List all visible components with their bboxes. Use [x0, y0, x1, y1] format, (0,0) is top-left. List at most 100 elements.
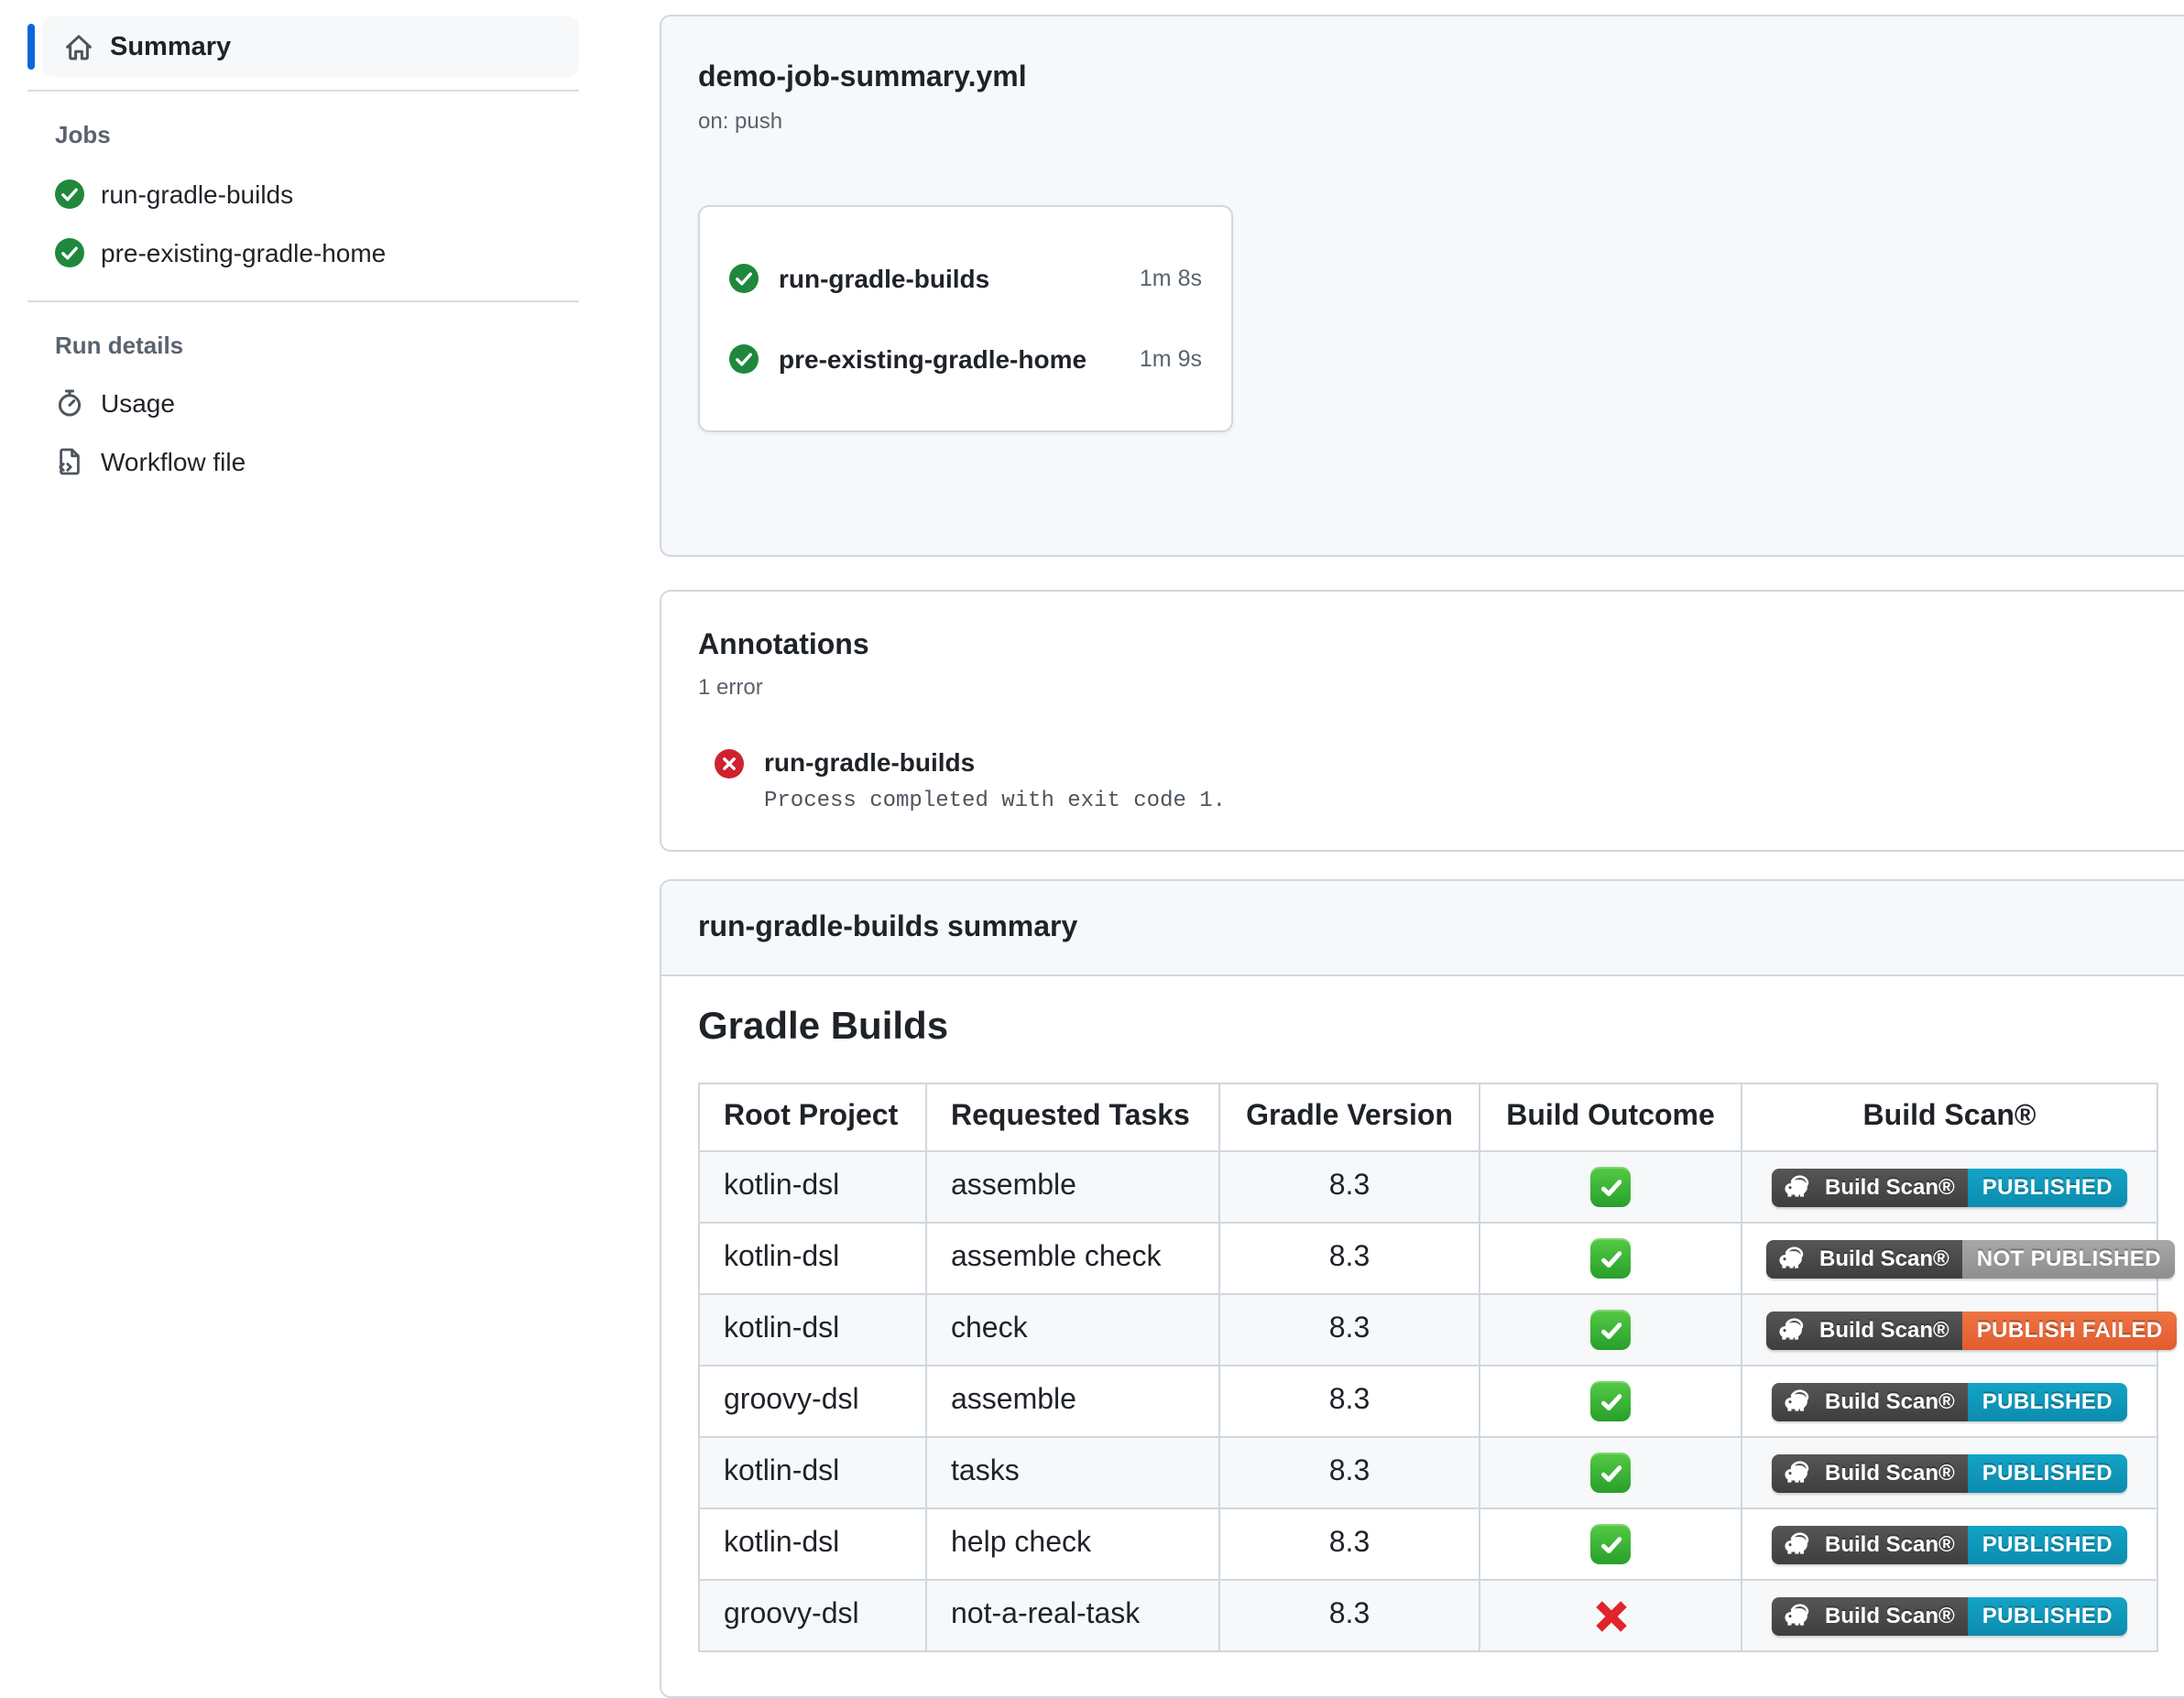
sidebar-item-job-run-gradle-builds[interactable]: run-gradle-builds	[55, 165, 579, 223]
annotation-job-link[interactable]: run-gradle-builds	[764, 746, 1226, 778]
build-scan-badge[interactable]: Build Scan®PUBLISHED	[1772, 1168, 2127, 1206]
annotation-item: run-gradle-builds Process completed with…	[715, 746, 2184, 813]
build-success-check-icon	[1590, 1310, 1631, 1350]
column-header-root-project: Root Project	[699, 1083, 926, 1151]
cell-root-project: kotlin-dsl	[699, 1151, 926, 1223]
table-row: groovy-dslassemble8.3Build Scan®PUBLISHE…	[699, 1366, 2157, 1437]
build-scan-badge[interactable]: Build Scan®PUBLISHED	[1772, 1453, 2127, 1492]
cell-requested-tasks: help check	[926, 1508, 1219, 1580]
gradle-builds-heading: Gradle Builds	[698, 1006, 2184, 1050]
build-scan-badge[interactable]: Build Scan®NOT PUBLISHED	[1766, 1239, 2176, 1278]
build-success-check-icon	[1590, 1381, 1631, 1421]
build-failed-x-icon	[1591, 1596, 1630, 1635]
gradle-elephant-icon	[1783, 1388, 1816, 1414]
cell-build-outcome	[1480, 1294, 1742, 1366]
build-scan-badge[interactable]: Build Scan®PUBLISHED	[1772, 1525, 2127, 1563]
cell-build-outcome	[1480, 1508, 1742, 1580]
sidebar-item-workflow-file[interactable]: Workflow file	[55, 432, 579, 491]
check-circle-icon	[55, 180, 84, 209]
cell-build-scan: Build Scan®PUBLISHED	[1742, 1366, 2157, 1437]
cell-root-project: kotlin-dsl	[699, 1294, 926, 1366]
graph-job-duration: 1m 9s	[1140, 346, 1202, 372]
sidebar-item-job-pre-existing-gradle-home[interactable]: pre-existing-gradle-home	[55, 223, 579, 282]
job-summary-body: Gradle Builds Root ProjectRequested Task…	[661, 976, 2184, 1696]
annotations-title: Annotations	[698, 630, 2184, 663]
gradle-elephant-icon	[1777, 1246, 1810, 1271]
cell-gradle-version: 8.3	[1219, 1223, 1480, 1294]
home-icon	[64, 32, 93, 61]
cell-build-outcome	[1480, 1223, 1742, 1294]
x-circle-icon	[715, 749, 744, 778]
gradle-builds-table: Root ProjectRequested TasksGradle Versio…	[698, 1083, 2158, 1652]
cell-gradle-version: 8.3	[1219, 1294, 1480, 1366]
cell-gradle-version: 8.3	[1219, 1366, 1480, 1437]
build-success-check-icon	[1590, 1167, 1631, 1207]
cell-root-project: kotlin-dsl	[699, 1508, 926, 1580]
table-row: groovy-dslnot-a-real-task8.3 Build Scan®P…	[699, 1580, 2157, 1651]
cell-gradle-version: 8.3	[1219, 1437, 1480, 1508]
graph-job-pre-existing-gradle-home[interactable]: pre-existing-gradle-home 1m 9s	[700, 319, 1231, 399]
cell-requested-tasks: check	[926, 1294, 1219, 1366]
file-code-icon	[55, 447, 84, 476]
gradle-elephant-icon	[1783, 1531, 1816, 1557]
jobs-section-header: Jobs	[55, 121, 579, 148]
table-row: kotlin-dslcheck8.3 Build Scan®PUBLISH FAI…	[699, 1294, 2157, 1366]
table-row: kotlin-dsltasks8.3Build Scan®PUBLISHED	[699, 1437, 2157, 1508]
graph-job-duration: 1m 8s	[1140, 266, 1202, 291]
annotation-message: Process completed with exit code 1.	[764, 788, 1226, 813]
cell-root-project: groovy-dsl	[699, 1580, 926, 1651]
cell-requested-tasks: assemble	[926, 1366, 1219, 1437]
cell-build-scan: Build Scan®PUBLISHED	[1742, 1437, 2157, 1508]
cell-requested-tasks: assemble	[926, 1151, 1219, 1223]
build-success-check-icon	[1590, 1524, 1631, 1564]
cell-build-outcome	[1480, 1151, 1742, 1223]
gradle-elephant-icon	[1783, 1460, 1816, 1486]
build-success-check-icon	[1590, 1238, 1631, 1279]
sidebar-item-usage[interactable]: Usage	[55, 374, 579, 432]
run-details-section-header: Run details	[55, 332, 579, 359]
build-scan-badge[interactable]: Build Scan®PUBLISHED	[1772, 1382, 2127, 1420]
build-scan-badge[interactable]: Build Scan®PUBLISH FAILED	[1766, 1311, 2178, 1349]
job-name-label: run-gradle-builds	[101, 180, 293, 209]
cell-gradle-version: 8.3	[1219, 1508, 1480, 1580]
cell-requested-tasks: not-a-real-task	[926, 1580, 1219, 1651]
workflow-trigger: on: push	[698, 108, 2184, 134]
cell-build-outcome	[1480, 1366, 1742, 1437]
cell-gradle-version: 8.3	[1219, 1151, 1480, 1223]
sidebar-summary-label: Summary	[110, 32, 231, 61]
sidebar-divider	[27, 300, 579, 302]
build-success-check-icon	[1590, 1453, 1631, 1493]
cell-gradle-version: 8.3	[1219, 1580, 1480, 1651]
column-header-requested-tasks: Requested Tasks	[926, 1083, 1219, 1151]
table-row: kotlin-dslassemble check8.3 Build Scan®NO…	[699, 1223, 2157, 1294]
cell-root-project: kotlin-dsl	[699, 1223, 926, 1294]
workflow-graph-card: run-gradle-builds 1m 8s pre-existing-gra…	[698, 205, 1233, 432]
workflow-run-page: Summary Jobs run-gradle-builds pre-exist…	[0, 0, 2184, 1669]
cell-build-scan: Build Scan®PUBLISHED	[1742, 1151, 2157, 1223]
graph-job-run-gradle-builds[interactable]: run-gradle-builds 1m 8s	[700, 238, 1231, 319]
check-circle-icon	[729, 264, 759, 293]
column-header-build-scan-: Build Scan®	[1742, 1083, 2157, 1151]
cell-build-scan: Build Scan®PUBLISH FAILED	[1742, 1294, 2157, 1366]
job-name-label: pre-existing-gradle-home	[101, 238, 386, 267]
stopwatch-icon	[55, 388, 84, 418]
sidebar-item-summary[interactable]: Summary	[27, 16, 579, 77]
table-row: kotlin-dslhelp check8.3 Build Scan®PUBLIS…	[699, 1508, 2157, 1580]
cell-build-scan: Build Scan®NOT PUBLISHED	[1742, 1223, 2157, 1294]
column-header-gradle-version: Gradle Version	[1219, 1083, 1480, 1151]
cell-build-scan: Build Scan®PUBLISHED	[1742, 1580, 2157, 1651]
jobs-list: run-gradle-builds pre-existing-gradle-ho…	[27, 165, 579, 282]
table-row: kotlin-dslassemble8.3 Build Scan®PUBLISHE…	[699, 1151, 2157, 1223]
workflow-file-title: demo-job-summary.yml	[698, 62, 2184, 95]
check-circle-icon	[729, 344, 759, 374]
workflow-overview-panel: demo-job-summary.yml on: push run-gradle…	[660, 15, 2184, 557]
graph-job-name: run-gradle-builds	[779, 264, 989, 293]
annotations-card: Annotations 1 error run-gradle-builds Pr…	[660, 590, 2184, 852]
cell-requested-tasks: assemble check	[926, 1223, 1219, 1294]
usage-label: Usage	[101, 388, 175, 418]
column-header-build-outcome: Build Outcome	[1480, 1083, 1742, 1151]
cell-root-project: kotlin-dsl	[699, 1437, 926, 1508]
build-scan-badge[interactable]: Build Scan®PUBLISHED	[1772, 1596, 2127, 1635]
run-details-list: Usage Workflow file	[27, 374, 579, 491]
sidebar-divider	[27, 90, 579, 92]
